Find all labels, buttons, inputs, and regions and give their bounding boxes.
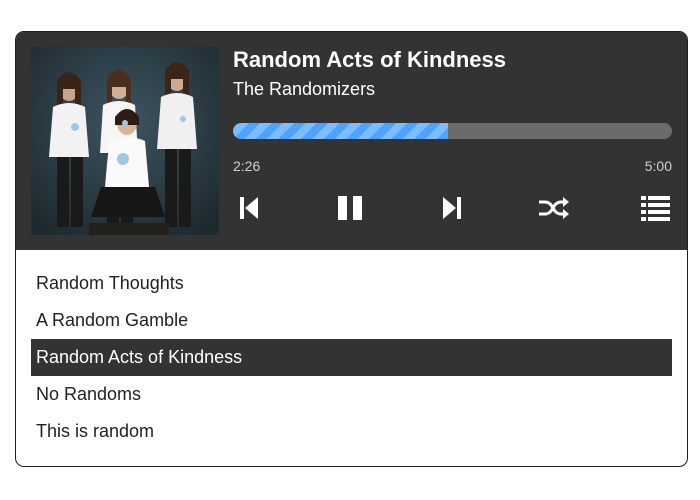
progress-fill	[233, 123, 448, 139]
track-artist: The Randomizers	[233, 79, 376, 99]
shuffle-icon	[539, 197, 569, 219]
playlist: Random Thoughts A Random Gamble Random A…	[31, 265, 672, 450]
next-button[interactable]	[436, 193, 468, 223]
pause-button[interactable]	[334, 193, 366, 223]
now-playing-panel: Random Acts of Kindness The Randomizers …	[16, 32, 687, 250]
pause-icon	[338, 196, 362, 220]
skip-forward-icon	[443, 197, 461, 219]
playlist-item[interactable]: This is random	[31, 413, 672, 450]
playlist-button[interactable]	[640, 193, 672, 223]
progress-bar[interactable]	[233, 123, 672, 139]
playlist-item[interactable]: No Randoms	[31, 376, 672, 413]
playlist-item[interactable]: Random Acts of Kindness	[31, 339, 672, 376]
playlist-item[interactable]: Random Thoughts	[31, 265, 672, 302]
time-elapsed: 2:26	[233, 158, 261, 174]
playback-controls	[233, 193, 674, 223]
shuffle-button[interactable]	[538, 193, 570, 223]
music-player: Random Acts of Kindness The Randomizers …	[15, 31, 688, 467]
time-total: 5:00	[644, 158, 672, 174]
previous-button[interactable]	[233, 193, 265, 223]
track-title: Random Acts of Kindness	[233, 47, 506, 72]
skip-back-icon	[240, 197, 258, 219]
playlist-item[interactable]: A Random Gamble	[31, 302, 672, 339]
album-art	[31, 47, 219, 235]
list-icon	[641, 196, 670, 221]
